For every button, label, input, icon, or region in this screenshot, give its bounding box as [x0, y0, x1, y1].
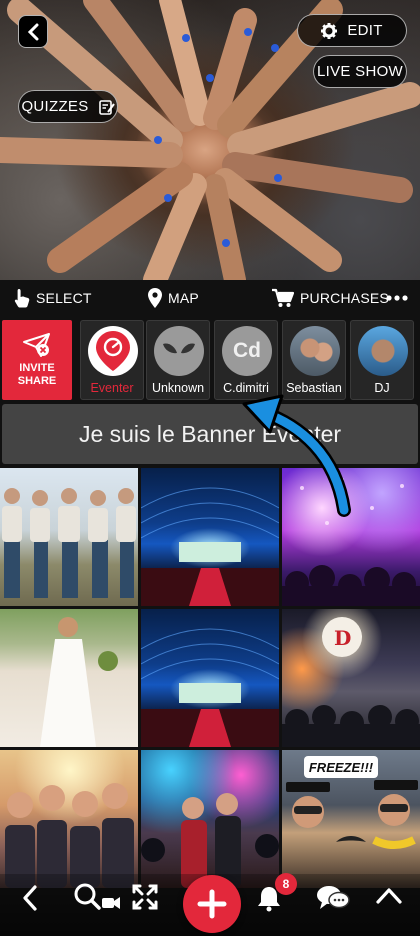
photo-grid: D FREEZE!!!: [0, 468, 420, 936]
purchases-label: PURCHASES: [300, 290, 389, 306]
edit-button[interactable]: EDIT: [297, 14, 407, 47]
search-button[interactable]: [72, 882, 122, 914]
photo-thumbnail[interactable]: [0, 750, 138, 888]
avatar-photo: [358, 326, 408, 376]
photo-thumbnail[interactable]: [0, 468, 138, 606]
bride-beach-image: [40, 617, 118, 747]
map-label: MAP: [168, 290, 199, 306]
back-button[interactable]: [18, 15, 48, 48]
contributor-name: Sebastian: [286, 381, 342, 395]
contributors-row: INVITE SHARE Eventer Unknown Cd C.dimitr…: [0, 318, 420, 402]
photo-thumbnail[interactable]: [141, 468, 279, 606]
photo-thumbnail[interactable]: [141, 750, 279, 888]
photo-thumbnail[interactable]: D: [282, 609, 420, 747]
friends-party-image: [5, 783, 134, 888]
photo-thumbnail[interactable]: [282, 468, 420, 606]
contributor-unknown[interactable]: Unknown: [146, 320, 210, 400]
concert-hall-image: [141, 628, 279, 747]
quizzes-button[interactable]: QUIZZES: [18, 90, 118, 123]
contributor-dj[interactable]: DJ: [350, 320, 414, 400]
more-dots-icon: [386, 295, 408, 301]
banner-text: Je suis le Banner Eventer: [78, 420, 342, 447]
avatar: [154, 326, 204, 376]
notification-count-badge: 8: [275, 873, 297, 895]
edit-label: EDIT: [347, 22, 383, 39]
photo-thumbnail[interactable]: [141, 609, 279, 747]
scroll-top-button[interactable]: [375, 884, 403, 908]
add-media-button[interactable]: [183, 875, 241, 933]
invite-share-label: INVITE SHARE: [18, 362, 57, 388]
group-photo-image: [2, 488, 136, 598]
event-cover-photo: EDIT LIVE SHOW QUIZZES: [0, 0, 420, 280]
contributor-eventer[interactable]: Eventer: [80, 320, 144, 400]
nav-back-button[interactable]: [20, 884, 40, 912]
plus-icon: [197, 889, 227, 919]
party-crowd-image: [282, 478, 420, 606]
map-pin-icon: [148, 288, 162, 308]
photo-thumbnail[interactable]: [0, 609, 138, 747]
invite-line: INVITE: [19, 362, 55, 374]
select-button[interactable]: SELECT: [14, 288, 92, 308]
cart-icon: [272, 288, 294, 307]
select-label: SELECT: [36, 290, 92, 306]
photo-thumbnail[interactable]: FREEZE!!!: [282, 750, 420, 888]
avatar-initials: Cd: [222, 326, 272, 376]
fullscreen-button[interactable]: [132, 884, 158, 910]
chevron-up-icon: [376, 888, 402, 904]
live-show-label: LIVE SHOW: [316, 63, 404, 80]
club-balloon-image: D: [282, 617, 420, 747]
svg-text:D: D: [334, 626, 351, 650]
send-invite-icon: [23, 333, 50, 357]
chevron-left-icon: [23, 885, 37, 911]
action-bar: SELECT MAP PURCHASES: [0, 280, 420, 316]
search-video-icon: [74, 883, 120, 910]
invite-share-button[interactable]: INVITE SHARE: [2, 320, 72, 400]
avatar: [88, 326, 138, 376]
purchases-button[interactable]: PURCHASES: [272, 288, 389, 308]
alien-eyes-icon: [163, 343, 195, 354]
fullscreen-icon: [132, 884, 158, 910]
map-button[interactable]: MAP: [148, 288, 199, 308]
photobooth-image: FREEZE!!!: [286, 756, 418, 849]
live-show-button[interactable]: LIVE SHOW: [313, 55, 407, 88]
dancing-couple-image: [141, 793, 279, 888]
contributor-name: C.dimitri: [223, 381, 269, 395]
avatar-photo: [290, 326, 340, 376]
freeze-sign-text: FREEZE!!!: [309, 760, 374, 775]
contributor-name: Eventer: [90, 381, 134, 395]
concert-hall-image: [141, 487, 279, 606]
contributor-name: DJ: [374, 381, 390, 395]
gear-icon: [321, 22, 338, 39]
share-line: SHARE: [17, 375, 57, 387]
quizzes-label: QUIZZES: [21, 98, 89, 115]
contributor-cdimitri[interactable]: Cd C.dimitri: [214, 320, 278, 400]
eventer-logo-icon: [96, 331, 130, 371]
chevron-left-icon: [27, 23, 39, 40]
chat-bubbles-icon: [317, 886, 350, 909]
event-banner[interactable]: Je suis le Banner Eventer: [2, 404, 418, 464]
contributor-name: Unknown: [151, 381, 205, 395]
contributor-sebastian[interactable]: Sebastian: [282, 320, 346, 400]
chat-button[interactable]: [316, 884, 350, 912]
more-options-button[interactable]: [386, 295, 408, 301]
edit-note-icon: [98, 99, 115, 115]
pointer-hand-icon: [14, 289, 30, 308]
